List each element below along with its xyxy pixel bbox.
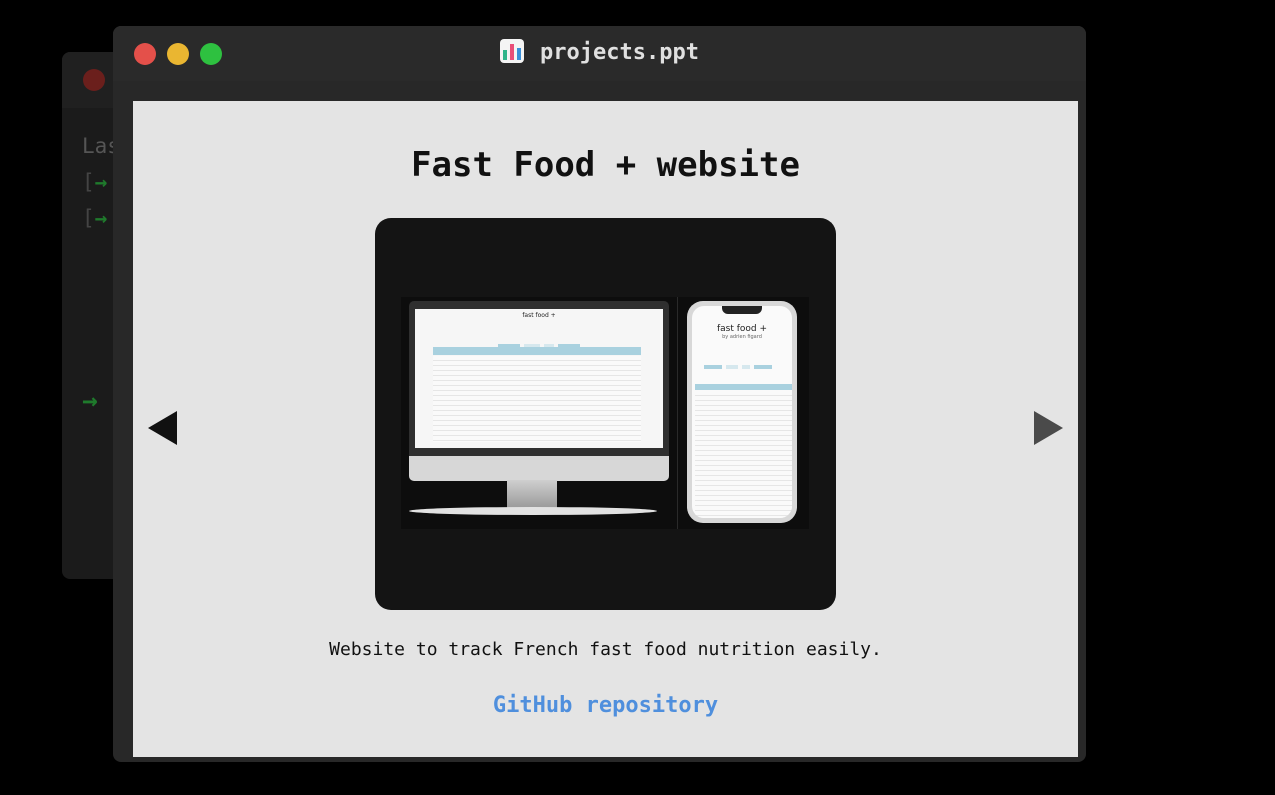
monitor-illustration: fast food + <box>409 301 669 481</box>
phone-filter-buttons <box>702 354 792 373</box>
terminal-line: [→ <box>82 170 108 194</box>
triangle-left-icon[interactable] <box>148 411 177 445</box>
chart-icon <box>500 39 525 63</box>
terminal-prompt: → <box>82 386 98 416</box>
desktop-table-header <box>433 347 641 355</box>
device-mockup: fast food + fast food + by adrien figard <box>401 297 809 529</box>
monitor-screen: fast food + <box>415 309 663 448</box>
monitor-stand <box>507 480 557 508</box>
slide-description: Website to track French fast food nutrit… <box>329 639 882 660</box>
monitor-base <box>409 507 657 515</box>
terminal-close-button[interactable] <box>83 69 105 91</box>
monitor-chin <box>409 456 669 481</box>
desktop-site-title: fast food + <box>522 312 556 319</box>
phone-screen: fast food + by adrien figard <box>692 306 792 518</box>
desktop-table <box>433 356 641 442</box>
phone-site-subtitle: by adrien figard <box>722 334 762 340</box>
triangle-right-icon[interactable] <box>1034 411 1063 445</box>
terminal-line: [→ <box>82 206 108 230</box>
window-title: projects.ppt <box>113 39 1086 65</box>
project-image: fast food + fast food + by adrien figard <box>375 218 836 610</box>
slide-title: Fast Food + website <box>411 145 800 185</box>
window-titlebar[interactable]: projects.ppt <box>113 26 1086 81</box>
presentation-window: projects.ppt Fast Food + website fast fo… <box>113 26 1086 762</box>
phone-table-header <box>695 384 792 390</box>
phone-illustration: fast food + by adrien figard <box>687 301 797 523</box>
phone-table <box>695 391 792 518</box>
github-repository-link[interactable]: GitHub repository <box>133 693 1078 718</box>
slide: Fast Food + website fast food + fast foo… <box>133 101 1078 757</box>
phone-site-title: fast food + <box>716 324 768 334</box>
